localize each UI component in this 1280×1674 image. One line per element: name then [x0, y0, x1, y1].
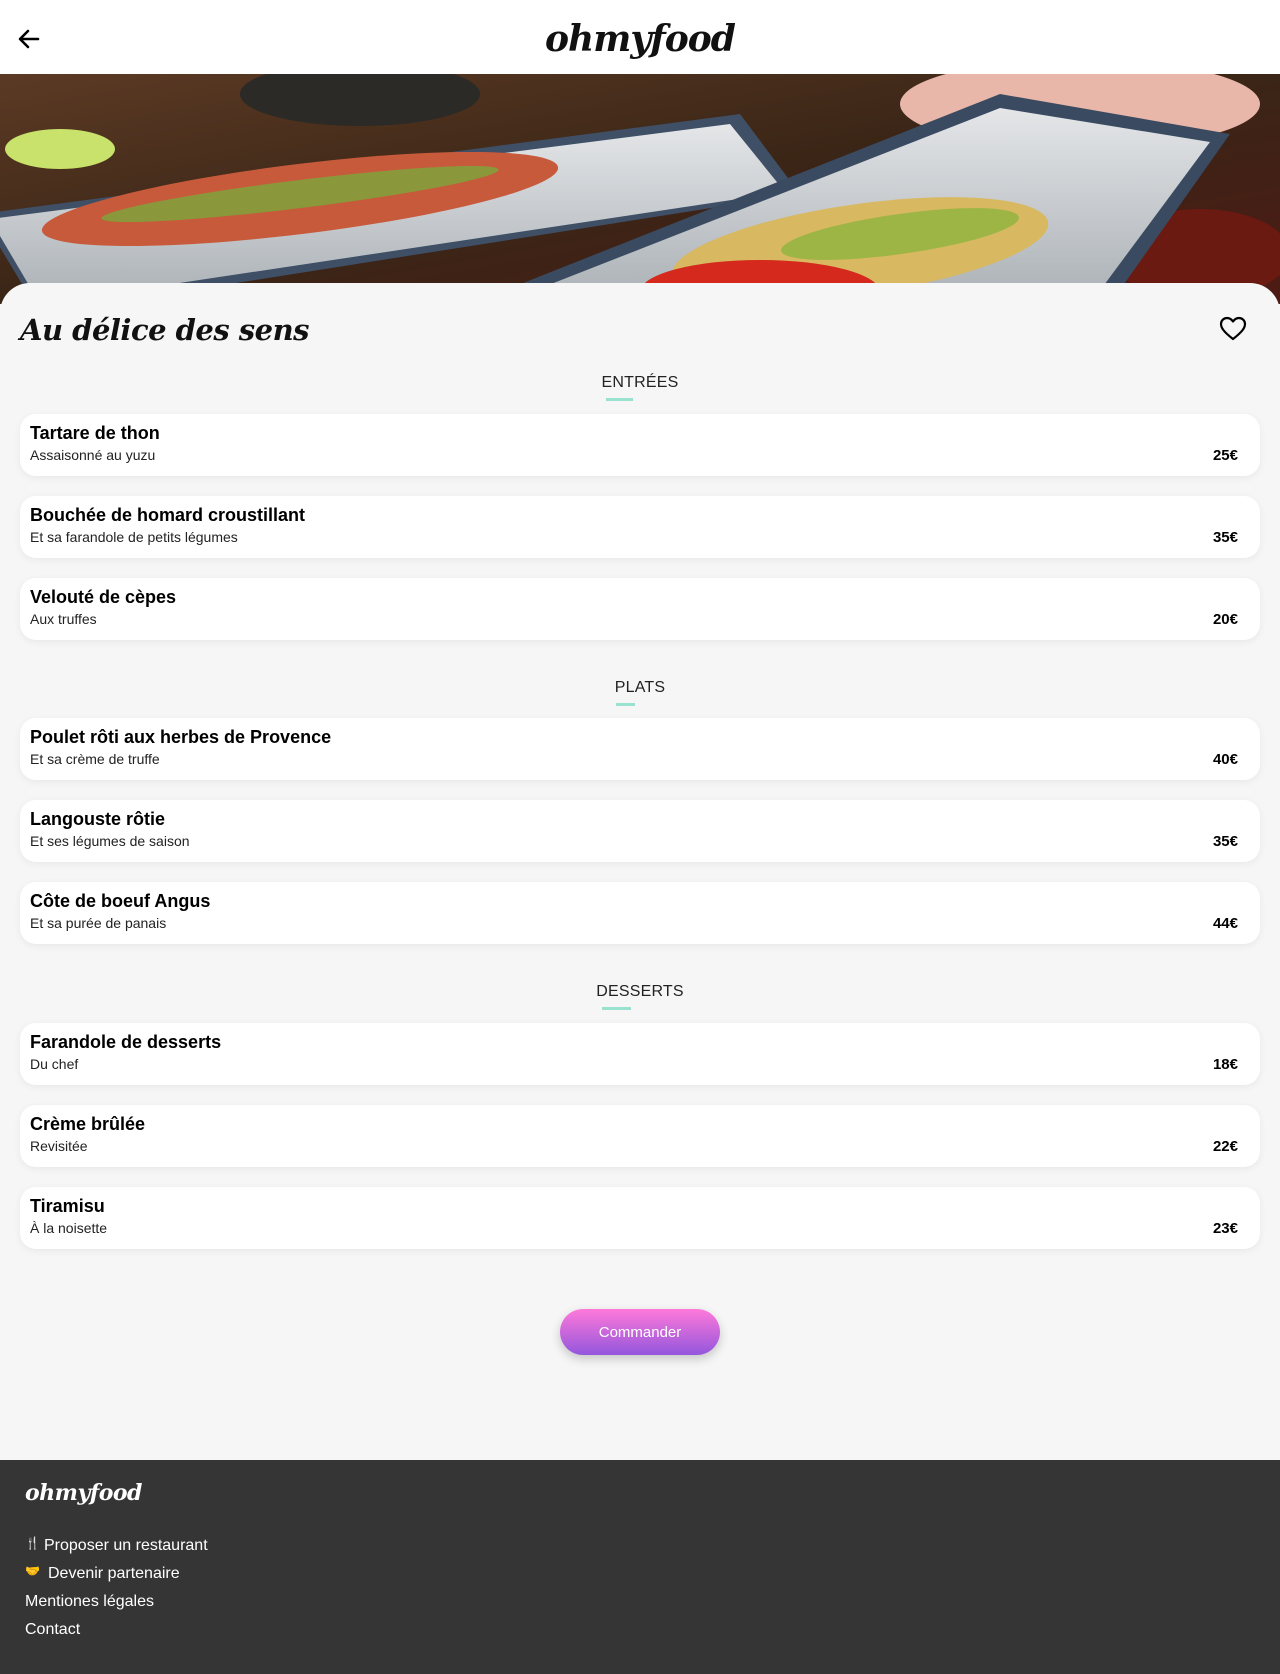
dish-name: Farandole de desserts [30, 1032, 222, 1052]
dish-card[interactable]: Bouchée de homard croustillant Et sa far… [20, 496, 1260, 558]
dish-price: 25€ [1212, 447, 1238, 464]
dish-description: Assaisonné au yuzu [30, 447, 156, 463]
dish-description: Et sa farandole de petits légumes [30, 529, 238, 545]
dish-price: 18€ [1212, 1056, 1238, 1073]
footer-link-legal[interactable]: Mentiones légales [25, 1593, 154, 1611]
dish-price: 35€ [1212, 529, 1238, 546]
dish-name: Bouchée de homard croustillant [30, 505, 306, 525]
dish-price: 22€ [1212, 1138, 1238, 1155]
footer-link-propose-restaurant[interactable]: 🍴 Proposer un restaurant [25, 1536, 208, 1555]
dish-card[interactable]: Tiramisu À la noisette 23€ [20, 1187, 1260, 1249]
dish-description: À la noisette [30, 1220, 108, 1236]
dish-name: Poulet rôti aux herbes de Provence [30, 727, 332, 747]
dish-name: Côte de boeuf Angus [30, 891, 211, 911]
dish-card[interactable]: Langouste rôtie Et ses légumes de saison… [20, 800, 1260, 862]
dish-price: 20€ [1212, 611, 1238, 628]
heart-outline-icon[interactable] [1219, 316, 1247, 342]
menu-sheet: Au délice des sens ENTRÉES Tartare de th… [0, 283, 1280, 1460]
dish-price: 44€ [1212, 915, 1238, 932]
section-title-entrees: ENTRÉES [0, 374, 1280, 401]
dish-card[interactable]: Poulet rôti aux herbes de Provence Et sa… [20, 718, 1260, 780]
dish-card[interactable]: Velouté de cèpes Aux truffes 20€ [20, 578, 1260, 640]
section-accent-bar [616, 703, 635, 706]
order-button[interactable]: Commander [560, 1309, 720, 1355]
handshake-icon: 🤝 [25, 1564, 40, 1578]
section-label: PLATS [614, 679, 666, 696]
site-logo[interactable]: ohmyfood [0, 18, 1280, 60]
dish-name: Tartare de thon [30, 423, 160, 443]
dish-name: Langouste rôtie [30, 809, 166, 829]
dish-description: Et ses légumes de saison [30, 833, 190, 849]
dish-name: Crème brûlée [30, 1114, 146, 1134]
dish-description: Du chef [30, 1056, 79, 1072]
dish-description: Aux truffes [30, 611, 97, 627]
dish-card[interactable]: Tartare de thon Assaisonné au yuzu 25€ [20, 414, 1260, 476]
dish-card[interactable]: Côte de boeuf Angus Et sa purée de panai… [20, 882, 1260, 944]
dish-description: Revisitée [30, 1138, 88, 1154]
footer-link-label: Devenir partenaire [48, 1565, 180, 1582]
footer-link-contact[interactable]: Contact [25, 1621, 80, 1639]
hero-food-image [0, 74, 1280, 304]
restaurant-name: Au délice des sens [20, 313, 310, 347]
dish-card[interactable]: Crème brûlée Revisitée 22€ [20, 1105, 1260, 1167]
dish-name: Tiramisu [30, 1196, 105, 1216]
top-header: ohmyfood [0, 0, 1280, 74]
dish-description: Et sa purée de panais [30, 915, 167, 931]
section-label: ENTRÉES [601, 374, 679, 391]
section-accent-bar [602, 1007, 631, 1010]
section-accent-bar [606, 398, 633, 401]
dish-card[interactable]: Farandole de desserts Du chef 18€ [20, 1023, 1260, 1085]
section-title-plats: PLATS [0, 679, 1280, 706]
dish-name: Velouté de cèpes [30, 587, 177, 607]
footer-link-become-partner[interactable]: 🤝 Devenir partenaire [25, 1564, 180, 1583]
utensils-icon: 🍴 [25, 1536, 40, 1550]
site-footer: ohmyfood 🍴 Proposer un restaurant 🤝 Deveni… [0, 1460, 1280, 1674]
dish-description: Et sa crème de truffe [30, 751, 160, 767]
footer-link-label: Proposer un restaurant [44, 1537, 208, 1554]
dish-price: 40€ [1212, 751, 1238, 768]
section-title-desserts: DESSERTS [0, 983, 1280, 1010]
dish-price: 35€ [1212, 833, 1238, 850]
dish-price: 23€ [1212, 1220, 1238, 1237]
section-label: DESSERTS [596, 983, 684, 1000]
footer-logo[interactable]: ohmyfood [25, 1480, 142, 1506]
